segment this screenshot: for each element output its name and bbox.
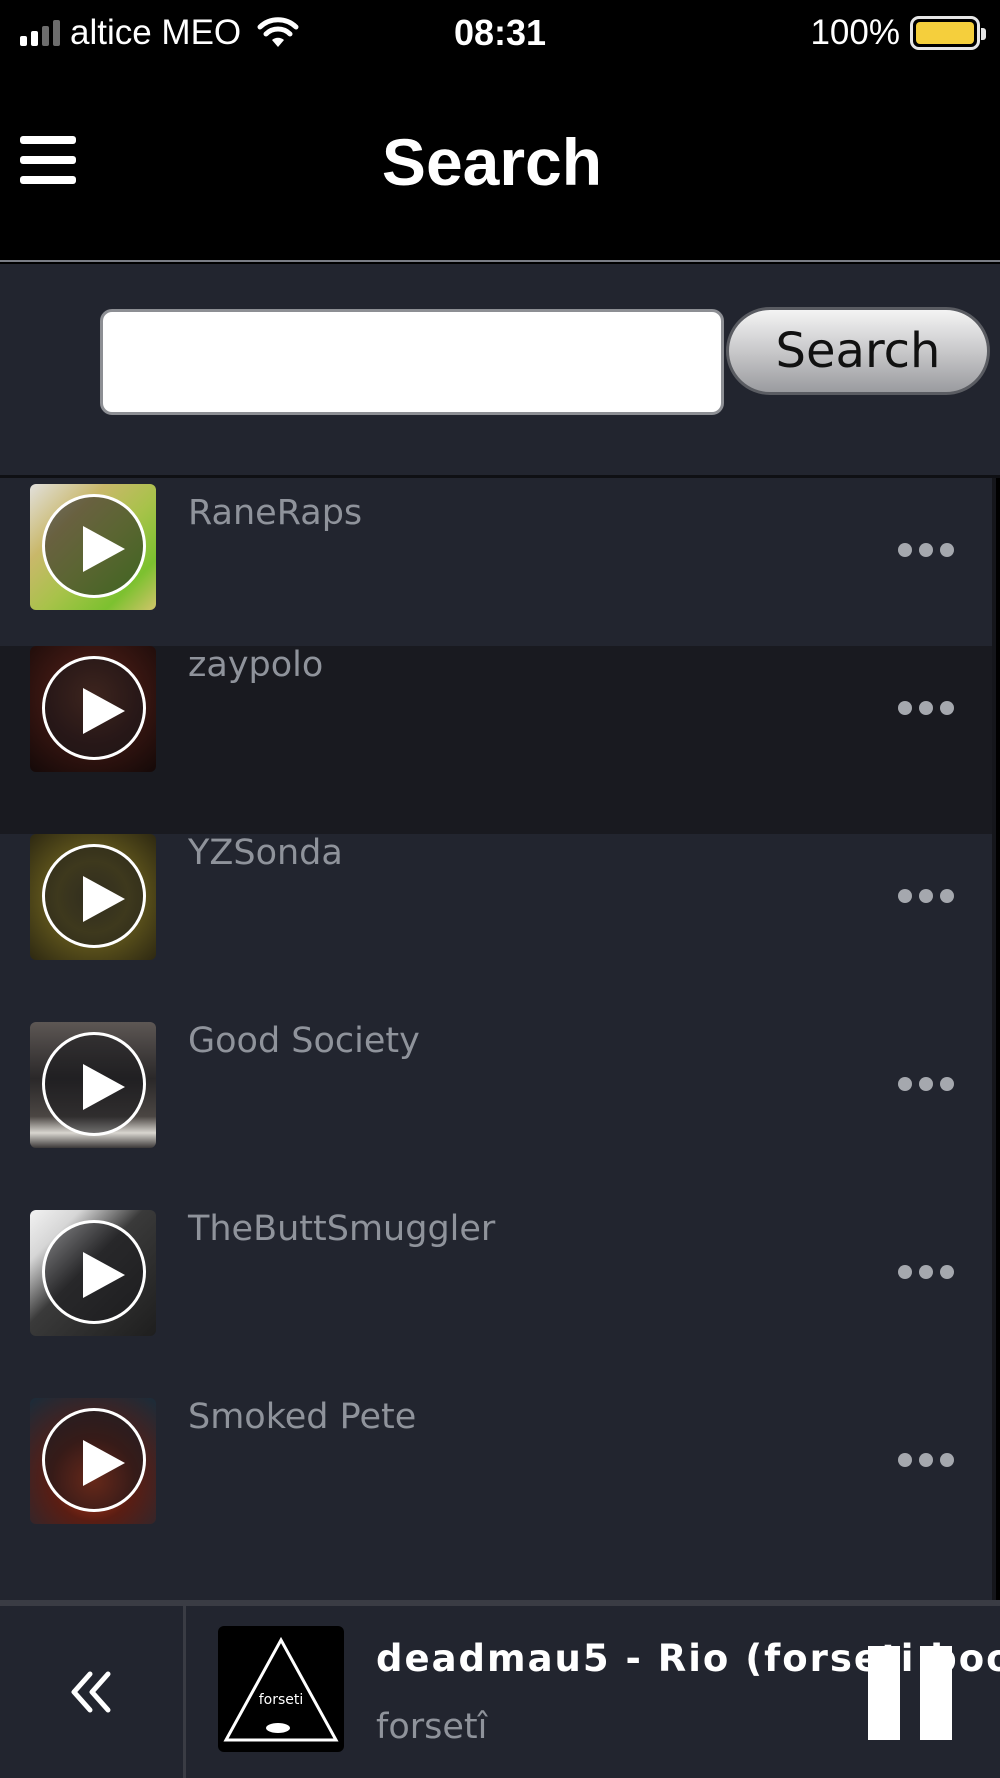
clock-text: 08:31 [453, 12, 547, 53]
thumbnail [30, 834, 156, 960]
list-item[interactable]: RaneRaps [0, 478, 992, 660]
list-item[interactable]: zaypolo [0, 645, 992, 834]
battery-fill [916, 22, 974, 44]
play-icon[interactable] [42, 1220, 146, 1324]
now-playing-artist: forsetî [376, 1707, 488, 1747]
page-title: Search [381, 125, 603, 199]
thumbnail [30, 484, 156, 610]
track-title: RaneRaps [188, 493, 363, 533]
track-title: YZSonda [188, 833, 343, 873]
double-chevron-left-icon[interactable] [0, 1606, 186, 1778]
results-list[interactable]: RaneRaps zaypolo YZSonda Good Society Th… [0, 478, 996, 1600]
play-icon[interactable] [42, 844, 146, 948]
more-options-icon[interactable] [898, 1262, 954, 1282]
play-icon[interactable] [42, 494, 146, 598]
app-header: Search [0, 66, 1000, 262]
pause-icon[interactable] [868, 1646, 952, 1740]
play-icon[interactable] [42, 1408, 146, 1512]
track-title: Smoked Pete [188, 1397, 417, 1437]
search-bar: Search [0, 264, 1000, 478]
status-bar: altice MEO 08:31 100% [0, 0, 1000, 66]
chevron-glyph [71, 1671, 110, 1713]
thumbnail [30, 646, 156, 772]
now-playing-bar[interactable]: forseti deadmau5 - Rio (forseti bootleg)… [0, 1600, 1000, 1778]
more-options-icon[interactable] [898, 886, 954, 906]
album-art-text: forseti [258, 1692, 304, 1708]
thumbnail [30, 1022, 156, 1148]
more-options-icon[interactable] [898, 1450, 954, 1470]
search-input[interactable] [100, 309, 724, 415]
track-title: zaypolo [188, 645, 324, 685]
list-item[interactable]: Smoked Pete [0, 1397, 992, 1586]
triangle-logo-icon [223, 1636, 339, 1742]
list-item[interactable]: Good Society [0, 1021, 992, 1210]
play-icon[interactable] [42, 656, 146, 760]
battery-percent: 100% [810, 13, 900, 52]
thumbnail [30, 1398, 156, 1524]
list-item[interactable]: TheButtSmuggler [0, 1209, 992, 1398]
battery-icon [910, 16, 986, 50]
search-button[interactable]: Search [726, 307, 990, 395]
status-right: 100% [810, 10, 986, 56]
more-options-icon[interactable] [898, 698, 954, 718]
track-title: Good Society [188, 1021, 420, 1061]
more-options-icon[interactable] [898, 540, 954, 560]
play-icon[interactable] [42, 1032, 146, 1136]
album-art: forseti [218, 1626, 344, 1752]
more-options-icon[interactable] [898, 1074, 954, 1094]
track-title: TheButtSmuggler [188, 1209, 496, 1249]
list-item[interactable]: YZSonda [0, 833, 992, 1022]
thumbnail [30, 1210, 156, 1336]
